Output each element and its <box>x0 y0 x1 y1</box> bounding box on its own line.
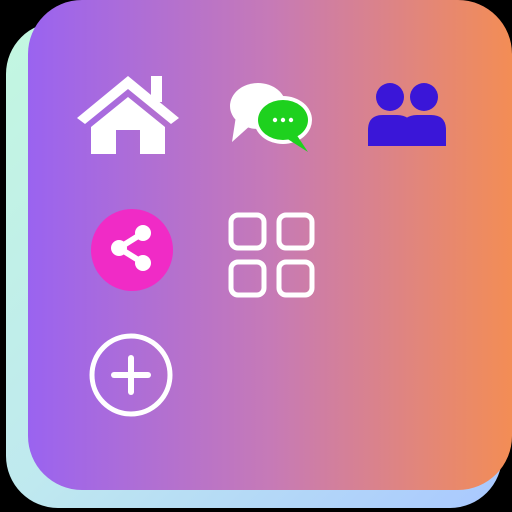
add-button[interactable] <box>88 332 174 418</box>
home-icon <box>77 76 179 154</box>
chat-bubbles-icon <box>230 83 312 152</box>
messages-button[interactable] <box>228 76 314 156</box>
home-button[interactable] <box>75 72 181 156</box>
apps-button[interactable] <box>228 212 316 298</box>
contacts-button[interactable] <box>366 82 448 148</box>
screen <box>0 0 512 512</box>
share-icon <box>91 209 173 291</box>
grid-apps-icon <box>228 212 315 298</box>
add-circle-icon <box>89 333 173 417</box>
people-icon <box>368 83 446 146</box>
share-button[interactable] <box>90 208 174 292</box>
